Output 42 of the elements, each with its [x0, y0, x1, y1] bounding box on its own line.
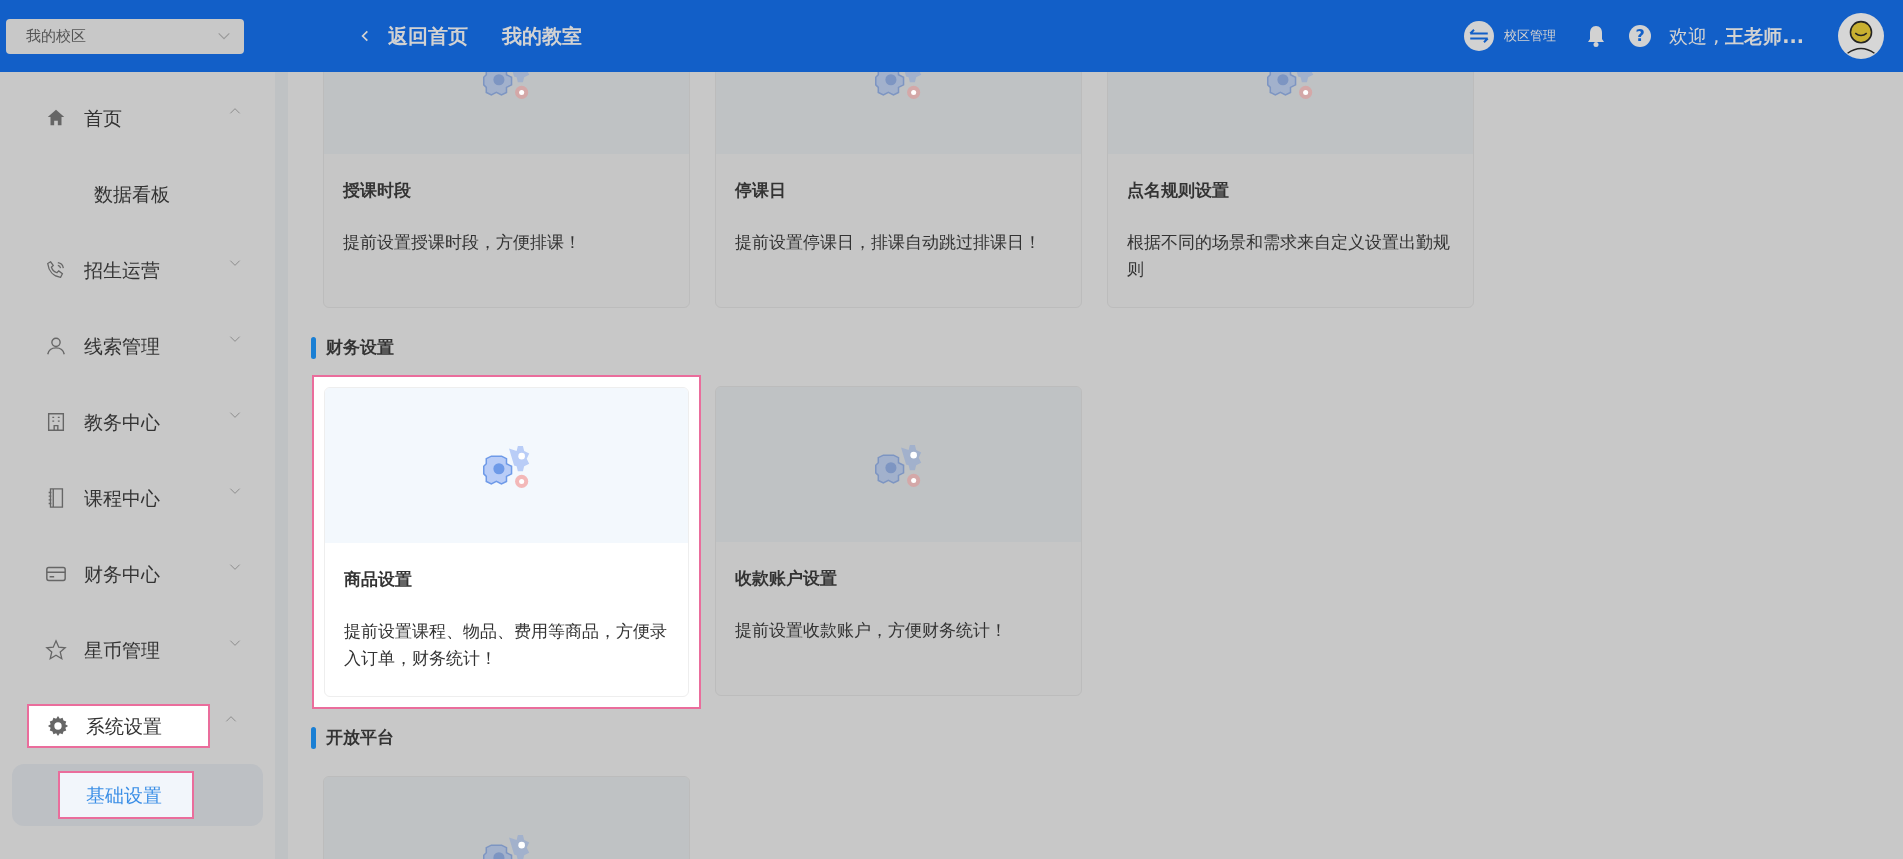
campus-select[interactable]: 我的校区 [6, 18, 244, 54]
sidebar-item[interactable]: 系统设置 [27, 703, 210, 749]
star-icon [45, 639, 67, 661]
card-description: 根据不同的场景和需求来自定义设置出勤规则 [1127, 230, 1451, 281]
card-description: 提前设置停课日，排课自动跳过排课日！ [735, 230, 1042, 254]
card-description: 提前设置授课时段，方便排课！ [343, 230, 582, 254]
scrollbar[interactable] [275, 72, 288, 859]
campus-manage-link[interactable]: 校区管理 [1498, 25, 1563, 47]
settings-card[interactable]: 授课时段 提前设置授课时段，方便排课！ [323, 72, 690, 308]
sidebar-item[interactable]: 线索管理 [29, 325, 212, 367]
gear-icon [47, 715, 69, 737]
settings-card[interactable]: 停课日 提前设置停课日，排课自动跳过排课日！ [715, 72, 1082, 308]
back-link[interactable]: 返回首页 [352, 20, 474, 52]
card-title: 授课时段 [343, 179, 412, 202]
building-icon [45, 411, 67, 433]
card-title: 商品设置 [344, 568, 413, 591]
help-icon[interactable]: ? [1629, 25, 1652, 47]
settings-card[interactable]: 收款账户设置 提前设置收款账户，方便财务统计！ [715, 386, 1082, 696]
card-description: 提前设置课程、物品、费用等商品，方便录入订单，财务统计！ [344, 619, 668, 670]
user-icon [45, 335, 67, 357]
settings-card[interactable]: 商品设置 提前设置课程、物品、费用等商品，方便录入订单，财务统计！ [324, 387, 689, 697]
sidebar-item[interactable]: 财务中心 [29, 553, 212, 595]
section-title: 开放平台 [326, 726, 394, 750]
submenu-item[interactable]: 数据看板 [68, 171, 200, 217]
sidebar-item[interactable]: 首页 [29, 97, 212, 139]
sidebar-item[interactable]: 课程中心 [29, 477, 212, 519]
sidebar-item[interactable]: 星币管理 [29, 629, 212, 671]
sidebar-item[interactable]: 招生运营 [29, 249, 212, 291]
swap-icon [1464, 21, 1495, 51]
sidebar-item[interactable]: 教务中心 [29, 401, 212, 443]
welcome-text: 欢迎 , 王老师... [1669, 23, 1804, 49]
phone-icon [45, 259, 67, 281]
settings-card[interactable]: 点名规则设置 根据不同的场景和需求来自定义设置出勤规则 [1107, 72, 1474, 308]
card-title: 点名规则设置 [1127, 179, 1230, 202]
header-tab[interactable]: 我的教室 [496, 20, 588, 52]
card-title: 收款账户设置 [735, 567, 838, 590]
avatar-icon [1838, 13, 1884, 59]
section-marker [311, 337, 316, 359]
section-title: 财务设置 [326, 336, 394, 360]
card-description: 提前设置收款账户，方便财务统计！ [735, 618, 1008, 642]
card-title: 停课日 [735, 179, 787, 202]
section-marker [311, 727, 316, 749]
